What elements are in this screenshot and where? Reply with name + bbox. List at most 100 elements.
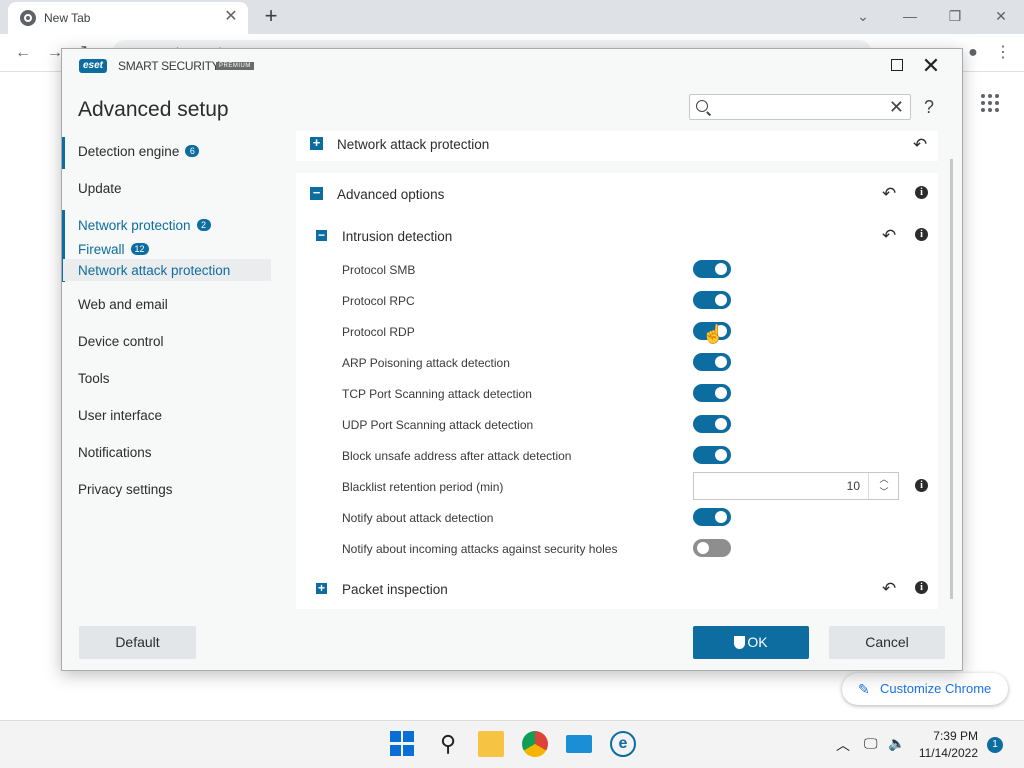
subsection-title[interactable]: Intrusion detection bbox=[342, 229, 452, 244]
network-icon[interactable]: 🖵 bbox=[864, 735, 878, 752]
setting-notify-attack: Notify about attack detection bbox=[342, 508, 932, 530]
retention-period-stepper[interactable]: 10 ︿ ﹀ bbox=[693, 472, 899, 500]
default-button[interactable]: Default bbox=[79, 626, 196, 659]
stepper-controls: ︿ ﹀ bbox=[868, 473, 898, 499]
windows-start-icon[interactable] bbox=[390, 731, 416, 757]
minimize-icon[interactable]: — bbox=[895, 4, 925, 28]
info-icon[interactable]: i bbox=[915, 581, 928, 594]
setting-protocol-rdp: Protocol RDP bbox=[342, 322, 932, 344]
clear-icon[interactable]: ✕ bbox=[889, 97, 904, 117]
setting-label: Block unsafe address after attack detect… bbox=[342, 449, 572, 463]
subsection-title[interactable]: Packet inspection bbox=[342, 582, 448, 597]
sidebar-item-user-interface[interactable]: User interface bbox=[78, 408, 162, 423]
protocol-rpc-toggle[interactable] bbox=[693, 291, 731, 309]
clock-date[interactable]: 11/14/2022 bbox=[912, 746, 978, 760]
scrollbar[interactable] bbox=[950, 159, 953, 599]
sidebar-item-network-protection[interactable]: Network protection 2 bbox=[78, 218, 211, 233]
revert-icon[interactable]: ↶ bbox=[882, 227, 896, 244]
tab-close-icon[interactable]: ✕ bbox=[222, 8, 240, 26]
arp-poisoning-toggle[interactable] bbox=[693, 353, 731, 371]
chevron-up-icon[interactable]: ︿ bbox=[869, 473, 899, 486]
chevron-down-icon[interactable]: ﹀ bbox=[869, 486, 899, 499]
help-icon[interactable]: ? bbox=[924, 97, 934, 118]
eset-window: eset SMART SECURITY PREMIUM ✕ Advanced s… bbox=[61, 48, 963, 671]
new-tab-button[interactable]: + bbox=[260, 5, 282, 27]
back-icon[interactable]: ← bbox=[12, 42, 34, 64]
sidebar-item-privacy-settings[interactable]: Privacy settings bbox=[78, 482, 173, 497]
page-title: Advanced setup bbox=[78, 98, 229, 121]
sidebar-item-notifications[interactable]: Notifications bbox=[78, 445, 152, 460]
info-icon[interactable]: i bbox=[915, 186, 928, 199]
search-input[interactable] bbox=[714, 98, 884, 116]
maximize-icon[interactable] bbox=[891, 59, 903, 71]
block-unsafe-address-toggle[interactable] bbox=[693, 446, 731, 464]
count-badge: 12 bbox=[130, 243, 149, 255]
sidebar-item-network-attack-protection[interactable]: Network attack protection bbox=[78, 263, 230, 278]
browser-tab[interactable]: New Tab ✕ bbox=[8, 2, 248, 34]
sidebar-item-detection-engine[interactable]: Detection engine 6 bbox=[78, 144, 200, 159]
udp-port-scanning-toggle[interactable] bbox=[693, 415, 731, 433]
hand-cursor-icon: ☝ bbox=[702, 324, 725, 344]
count-badge: 2 bbox=[196, 219, 211, 231]
edition-badge: PREMIUM bbox=[216, 62, 254, 70]
setting-arp-poisoning: ARP Poisoning attack detection bbox=[342, 353, 932, 375]
info-icon[interactable]: i bbox=[915, 479, 928, 492]
count-badge: 6 bbox=[185, 145, 200, 157]
window-close-icon[interactable]: ✕ bbox=[986, 4, 1016, 28]
notify-attack-toggle[interactable] bbox=[693, 508, 731, 526]
tcp-port-scanning-toggle[interactable] bbox=[693, 384, 731, 402]
network-attack-protection-section: + Network attack protection ↶ bbox=[296, 131, 938, 161]
ok-button[interactable]: OK bbox=[693, 626, 809, 659]
protocol-smb-toggle[interactable] bbox=[693, 260, 731, 278]
info-icon[interactable]: i bbox=[915, 228, 928, 241]
setting-label: Protocol SMB bbox=[342, 263, 416, 277]
collapse-icon[interactable]: − bbox=[316, 229, 327, 241]
search-taskbar-icon[interactable]: ⚲ bbox=[435, 731, 461, 757]
search-field[interactable]: ✕ bbox=[689, 94, 911, 120]
chrome-logo-icon bbox=[20, 10, 36, 26]
eset-close-icon[interactable]: ✕ bbox=[921, 53, 941, 79]
sidebar-item-web-and-email[interactable]: Web and email bbox=[78, 297, 168, 312]
volume-icon[interactable]: 🔈 bbox=[888, 735, 905, 752]
expand-icon[interactable]: + bbox=[310, 136, 323, 150]
chrome-taskbar-icon[interactable] bbox=[522, 731, 548, 757]
tray-overflow-icon[interactable]: ︿ bbox=[836, 735, 850, 755]
menu-icon[interactable]: ⋮ bbox=[992, 42, 1014, 64]
tab-search-icon[interactable]: ⌄ bbox=[848, 4, 878, 28]
profile-icon[interactable]: ● bbox=[962, 42, 984, 64]
setting-label: Blacklist retention period (min) bbox=[342, 480, 504, 494]
cancel-button[interactable]: Cancel bbox=[829, 626, 945, 659]
sidebar-item-device-control[interactable]: Device control bbox=[78, 334, 164, 349]
apps-grid-icon[interactable] bbox=[981, 94, 999, 112]
notification-badge[interactable]: 1 bbox=[987, 737, 1003, 753]
revert-icon[interactable]: ↶ bbox=[882, 580, 896, 597]
expand-icon[interactable]: + bbox=[316, 582, 327, 594]
nav-indicator bbox=[62, 137, 65, 169]
section-title[interactable]: Network attack protection bbox=[337, 137, 489, 152]
setting-label: Protocol RDP bbox=[342, 325, 415, 339]
customize-chrome-button[interactable]: ✎ Customize Chrome bbox=[842, 673, 1008, 705]
setting-label: ARP Poisoning attack detection bbox=[342, 356, 510, 370]
setting-protocol-rpc: Protocol RPC bbox=[342, 291, 932, 313]
setting-label: UDP Port Scanning attack detection bbox=[342, 418, 534, 432]
setting-label: Notify about incoming attacks against se… bbox=[342, 542, 618, 556]
revert-icon[interactable]: ↶ bbox=[913, 136, 927, 153]
sidebar-item-tools[interactable]: Tools bbox=[78, 371, 110, 386]
clock-time[interactable]: 7:39 PM bbox=[922, 729, 978, 743]
setting-label: Protocol RPC bbox=[342, 294, 415, 308]
notify-security-holes-toggle[interactable] bbox=[693, 539, 731, 557]
sidebar-item-update[interactable]: Update bbox=[78, 181, 122, 196]
eset-taskbar-icon[interactable]: e bbox=[610, 731, 636, 757]
setting-notify-security-holes: Notify about incoming attacks against se… bbox=[342, 539, 932, 561]
shield-icon bbox=[734, 636, 746, 649]
setting-protocol-smb: Protocol SMB bbox=[342, 260, 932, 282]
restore-icon[interactable]: ❐ bbox=[940, 4, 970, 28]
section-title[interactable]: Advanced options bbox=[337, 187, 444, 202]
chrome-tab-bar: New Tab ✕ + ⌄ — ❐ ✕ bbox=[0, 0, 1024, 34]
collapse-icon[interactable]: − bbox=[310, 186, 323, 200]
remote-desktop-icon[interactable] bbox=[566, 735, 592, 753]
file-explorer-icon[interactable] bbox=[478, 731, 504, 757]
sidebar-item-firewall[interactable]: Firewall 12 bbox=[78, 242, 149, 257]
tab-title: New Tab bbox=[44, 11, 91, 25]
revert-icon[interactable]: ↶ bbox=[882, 185, 896, 202]
